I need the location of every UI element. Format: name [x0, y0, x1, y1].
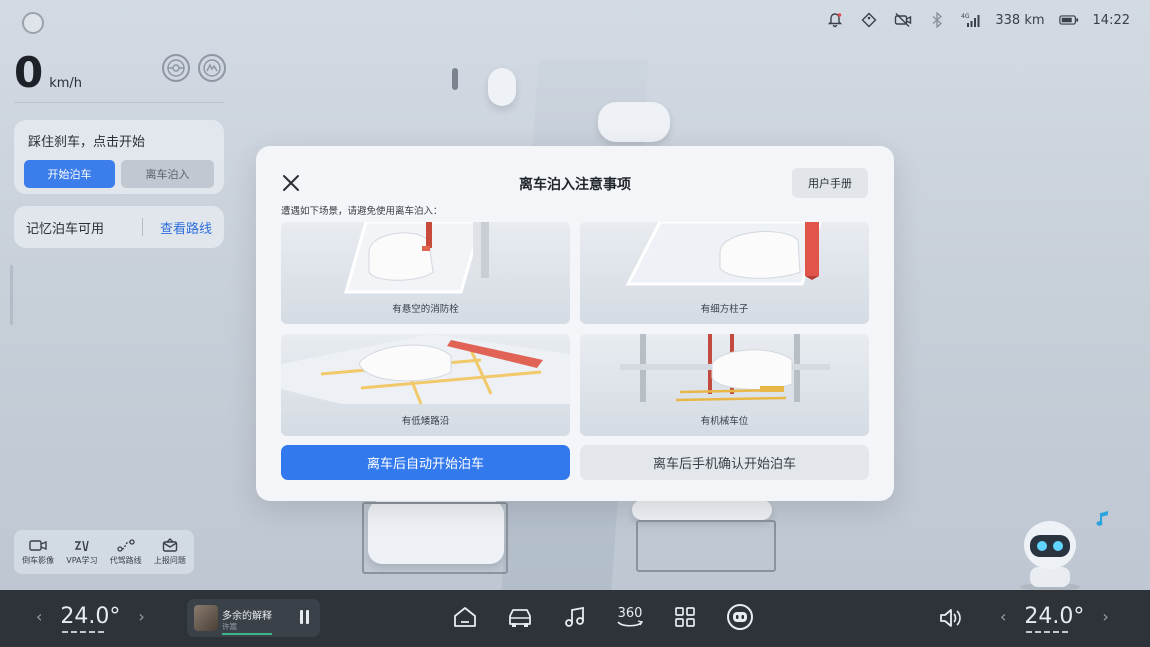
tool-vpa-learn[interactable]: VPA学习 — [66, 538, 98, 566]
user-manual-button[interactable]: 用户手册 — [792, 168, 868, 198]
camera-off-icon — [893, 10, 913, 30]
battery-icon — [1058, 10, 1079, 30]
scene-car — [488, 68, 516, 106]
pedestrian-figure — [452, 68, 458, 90]
temp-increase-icon[interactable]: › — [138, 607, 144, 626]
start-parking-button[interactable]: 开始泊车 — [24, 160, 116, 188]
temp-level-bar — [62, 631, 107, 633]
scenario-caption: 有悬空的消防栓 — [392, 304, 459, 315]
route-icon — [117, 538, 135, 552]
media-player[interactable]: 多余的解释 许嵩 — [187, 599, 320, 637]
status-bar: 4G 338 km 14:22 — [825, 10, 1130, 30]
range-text: 338 km — [995, 12, 1045, 28]
divider — [14, 102, 224, 103]
speedometer: 0 km/h — [14, 48, 82, 97]
speed-value: 0 — [14, 48, 44, 97]
robot-assistant[interactable] — [1010, 515, 1101, 591]
tool-driver-route[interactable]: 代驾路线 — [110, 538, 142, 566]
notice-text: 遭遇如下场景，请避免使用离车泊入： — [281, 206, 443, 217]
assist-icons — [162, 54, 226, 82]
volume-icon[interactable] — [938, 606, 962, 630]
parking-start-card: 踩住刹车，点击开始 开始泊车 离车泊入 — [14, 120, 224, 194]
album-art — [194, 605, 218, 631]
brake-hint-text: 踩住刹车，点击开始 — [28, 135, 146, 150]
left-climate: ‹ 24.0° › — [36, 604, 145, 633]
parking-tools: 倒车影像 VPA学习 代驾路线 上报问题 — [14, 530, 194, 574]
memory-parking-card: 记忆泊车可用 查看路线 — [14, 206, 224, 248]
scene-car — [598, 102, 670, 142]
home-icon[interactable] — [450, 602, 480, 632]
tool-report-issue[interactable]: 上报问题 — [154, 538, 186, 566]
music-icon[interactable] — [560, 602, 590, 632]
temp-decrease-icon[interactable]: ‹ — [36, 607, 42, 626]
svg-text:4G: 4G — [961, 13, 970, 20]
bluetooth-icon — [927, 10, 947, 30]
scenario-caption: 有细方柱子 — [700, 304, 749, 315]
playback-progress — [222, 633, 272, 635]
view-360-label: 360 — [617, 605, 643, 621]
temp-level-bar — [1026, 631, 1071, 633]
dialog-actions: 离车后自动开始泊车 离车后手机确认开始泊车 — [281, 445, 869, 480]
bell-icon[interactable] — [825, 10, 845, 30]
brand-logo — [22, 12, 44, 34]
tool-label: 倒车影像 — [22, 556, 55, 565]
vpa-icon — [198, 54, 226, 82]
dock-apps: 360 — [450, 602, 755, 632]
speed-unit: km/h — [49, 76, 83, 91]
signal-4g-icon: 4G — [961, 10, 981, 30]
bottom-dock: ‹ 24.0° › 多余的解释 许嵩 360 ‹ 24.0° › — [0, 590, 1150, 647]
tool-label: 上报问题 — [153, 556, 186, 565]
auto-park-after-leaving-button[interactable]: 离车后自动开始泊车 — [281, 445, 570, 480]
tag-icon — [859, 10, 879, 30]
music-note-icon — [1096, 510, 1110, 528]
memory-parking-label: 记忆泊车可用 — [26, 221, 105, 237]
song-title: 多余的解释 — [222, 611, 272, 622]
apa-icon — [162, 54, 190, 82]
scene-car — [632, 500, 772, 520]
view-route-link[interactable]: 查看路线 — [160, 218, 212, 237]
scenario-caption: 有低矮路沿 — [401, 416, 450, 427]
divider — [141, 218, 143, 236]
left-temperature: 24.0° — [60, 604, 120, 633]
temp-increase-icon[interactable]: › — [1102, 607, 1108, 626]
scenario-card: 有细方柱子 — [580, 222, 869, 324]
scenario-card: 有悬空的消防栓 — [281, 222, 570, 324]
phone-confirm-park-button[interactable]: 离车后手机确认开始泊车 — [580, 445, 869, 480]
scenario-grid: 有悬空的消防栓 有细方柱子 有低矮路沿 有机械车位 — [281, 222, 869, 436]
clock: 14:22 — [1092, 12, 1130, 28]
parking-slot — [636, 520, 776, 572]
scroll-indicator — [10, 265, 13, 325]
remote-parking-notice-dialog: 离车泊入注意事项 用户手册 遭遇如下场景，请避免使用离车泊入： 有悬空的消防栓 — [256, 146, 894, 501]
tool-label: VPA学习 — [66, 556, 98, 565]
right-climate: ‹ 24.0° › — [1000, 604, 1109, 633]
song-artist: 许嵩 — [222, 622, 237, 631]
remote-parking-button[interactable]: 离车泊入 — [121, 160, 214, 188]
parking-slot — [362, 502, 508, 574]
assistant-icon[interactable] — [725, 602, 755, 632]
scenario-caption: 有机械车位 — [700, 416, 749, 427]
report-icon — [161, 538, 179, 552]
camera-icon — [29, 538, 47, 552]
temp-decrease-icon[interactable]: ‹ — [1000, 607, 1006, 626]
car-icon[interactable] — [505, 602, 535, 632]
tool-label: 代驾路线 — [109, 556, 142, 565]
apps-icon[interactable] — [670, 602, 700, 632]
scenario-card: 有低矮路沿 — [281, 334, 570, 436]
scenario-card: 有机械车位 — [580, 334, 869, 436]
right-temperature: 24.0° — [1024, 604, 1084, 633]
vpa-learn-icon — [73, 538, 91, 552]
pause-icon[interactable] — [300, 610, 312, 626]
view-360-icon[interactable]: 360 — [615, 602, 645, 632]
tool-reverse-camera[interactable]: 倒车影像 — [22, 538, 54, 566]
